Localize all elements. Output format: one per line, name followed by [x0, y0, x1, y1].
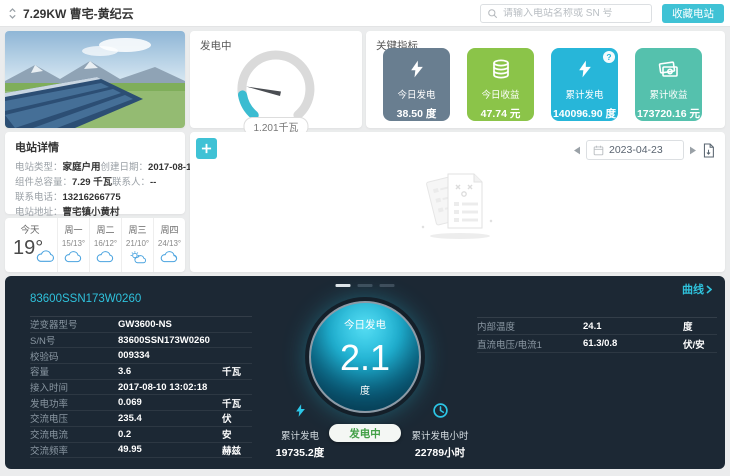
no-data-illustration — [410, 164, 506, 253]
sun-cloud-icon — [127, 250, 148, 270]
weather-day: 周一 15/13° — [57, 218, 89, 272]
power-gauge — [216, 45, 336, 123]
detail-field: 联系电话：13216266775 — [15, 190, 121, 205]
curve-link[interactable]: 曲线 — [682, 281, 712, 297]
date-picker[interactable]: 2023-04-23 — [586, 140, 684, 160]
daily-chart-card: 2023-04-23 — [190, 132, 725, 272]
table-row: 逆变器型号GW3600-NS — [30, 317, 252, 333]
kpi-label: 累计收益 — [649, 87, 687, 101]
carousel-dash-1[interactable] — [336, 284, 351, 287]
search-box[interactable] — [480, 4, 652, 23]
weather-day: 周四 24/13° — [153, 218, 185, 272]
lightning-icon — [293, 406, 308, 423]
detail-field: 创建日期：2017-08-10 — [101, 160, 197, 175]
table-row: 容量3.6千瓦 — [30, 364, 252, 380]
search-icon — [487, 8, 498, 19]
plant-details-card: 电站详情 电站类型：家庭户用 创建日期：2017-08-10 组件总容量：7.2… — [5, 132, 185, 214]
carousel-dash-2[interactable] — [358, 284, 373, 287]
total-hours-block: 累计发电小时 22789小时 — [395, 402, 485, 460]
detail-field: 组件总容量：7.29 千瓦 — [15, 175, 112, 190]
inverter-spec-table: 逆变器型号GW3600-NS S/N号83600SSN173W0260 校验码0… — [30, 316, 252, 458]
cash-icon — [657, 57, 681, 81]
page-title: 7.29KW 曹宅-黄纪云 — [23, 5, 134, 22]
kpi-value: 140096.90 度 — [553, 106, 616, 121]
table-row: 交流电压235.4伏 — [30, 411, 252, 427]
next-day-button[interactable] — [690, 146, 696, 155]
detail-field: 电站类型：家庭户用 — [15, 160, 101, 175]
lightning-icon — [407, 57, 427, 81]
carousel-dots — [336, 284, 395, 287]
cloud-icon — [35, 249, 57, 269]
collect-plant-button[interactable]: 收藏电站 — [662, 4, 724, 23]
table-row: 交流频率49.95赫兹 — [30, 443, 252, 459]
table-row: 发电功率0.069千瓦 — [30, 395, 252, 411]
generating-gauge-card: 发电中 1.201千瓦 — [190, 31, 362, 128]
kpi-label: 今日发电 — [397, 87, 435, 101]
today-generation-gauge: 今日发电 2.1 度 — [309, 301, 421, 413]
kpi-label: 今日收益 — [481, 87, 519, 101]
kpi-value: 38.50 度 — [397, 106, 437, 121]
kpi-today-generation: 今日发电 38.50 度 — [383, 48, 450, 121]
table-row: 校验码009334 — [30, 348, 252, 364]
weather-day: 周二 16/12° — [89, 218, 121, 272]
plant-details-title: 电站详情 — [15, 139, 175, 155]
kpi-total-generation: ? 累计发电 140096.90 度 — [551, 48, 618, 121]
table-row: 直流电压/电流161.3/0.8伏/安 — [477, 335, 717, 353]
help-icon[interactable]: ? — [603, 51, 615, 63]
solar-panels-image — [5, 31, 185, 128]
expand-collapse-icon[interactable] — [8, 6, 17, 21]
kpi-value: 173720.16 元 — [637, 106, 700, 121]
weather-today: 今天 19° — [5, 218, 57, 272]
search-input[interactable] — [503, 8, 645, 19]
plus-icon — [201, 143, 212, 154]
calendar-icon — [593, 145, 604, 156]
key-indicators-card: 关键指标 今日发电 38.50 度 今日收益 47.74 元 ? 累计发电 14… — [366, 31, 725, 128]
plant-photo — [5, 31, 185, 128]
table-row: 接入时间2017-08-10 13:02:18 — [30, 380, 252, 396]
kpi-total-income: 累计收益 173720.16 元 — [635, 48, 702, 121]
clock-icon — [432, 406, 449, 423]
table-row: 内部温度24.1度 — [477, 317, 717, 335]
table-row: 交流电流0.2安 — [30, 427, 252, 443]
top-bar: 7.29KW 曹宅-黄纪云 收藏电站 — [0, 0, 730, 27]
cloud-icon — [63, 250, 84, 269]
inverter-metrics-table: 内部温度24.1度 直流电压/电流161.3/0.8伏/安 — [477, 316, 717, 353]
inverter-panel: 曲线 83600SSN173W0260 逆变器型号GW3600-NS S/N号8… — [5, 276, 725, 469]
carousel-dash-3[interactable] — [380, 284, 395, 287]
today-generation-value: 2.1 — [340, 338, 390, 378]
chevron-right-icon — [706, 285, 712, 294]
coins-icon — [489, 57, 513, 81]
kpi-today-income: 今日收益 47.74 元 — [467, 48, 534, 121]
total-generation-block: 累计发电 19735.2度 — [255, 402, 345, 460]
cloud-icon — [95, 250, 116, 269]
kpi-label: 累计发电 — [565, 87, 603, 101]
weather-day: 周三 21/10° — [121, 218, 153, 272]
inverter-sn-tab[interactable]: 83600SSN173W0260 — [30, 293, 141, 305]
selected-date: 2023-04-23 — [609, 144, 663, 156]
table-row: S/N号83600SSN173W0260 — [30, 333, 252, 349]
weather-card: 今天 19° 周一 15/13° 周二 16/12° 周三 21/10° 周四 … — [5, 218, 185, 272]
export-report-icon[interactable] — [702, 143, 715, 158]
detail-field: 联系人：-- — [112, 175, 156, 190]
previous-day-button[interactable] — [574, 146, 580, 155]
cloud-sun-icon — [159, 250, 180, 269]
lightning-icon — [575, 57, 595, 81]
kpi-value: 47.74 元 — [481, 106, 521, 121]
add-widget-button[interactable] — [196, 138, 217, 159]
